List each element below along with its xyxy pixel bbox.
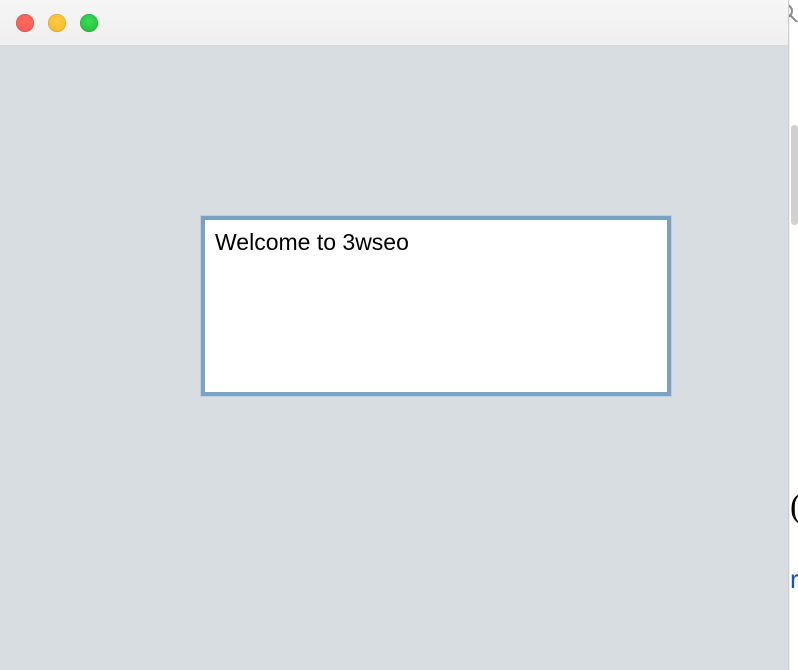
background-text-fragment: ( — [790, 490, 798, 524]
text-widget[interactable]: Welcome to 3wseo — [201, 216, 671, 396]
screenshot-root: ( r Welcome to 3wseo — [0, 0, 798, 670]
background-page-sliver: ( r — [789, 0, 798, 670]
minimize-button[interactable] — [48, 14, 66, 32]
window-body: Welcome to 3wseo — [0, 46, 788, 670]
close-button[interactable] — [16, 14, 34, 32]
window-titlebar[interactable] — [0, 0, 788, 46]
app-window: Welcome to 3wseo — [0, 0, 789, 670]
background-link-fragment: r — [790, 566, 798, 592]
background-scrollbar-hint — [791, 125, 798, 225]
traffic-lights — [16, 14, 98, 32]
zoom-button[interactable] — [80, 14, 98, 32]
